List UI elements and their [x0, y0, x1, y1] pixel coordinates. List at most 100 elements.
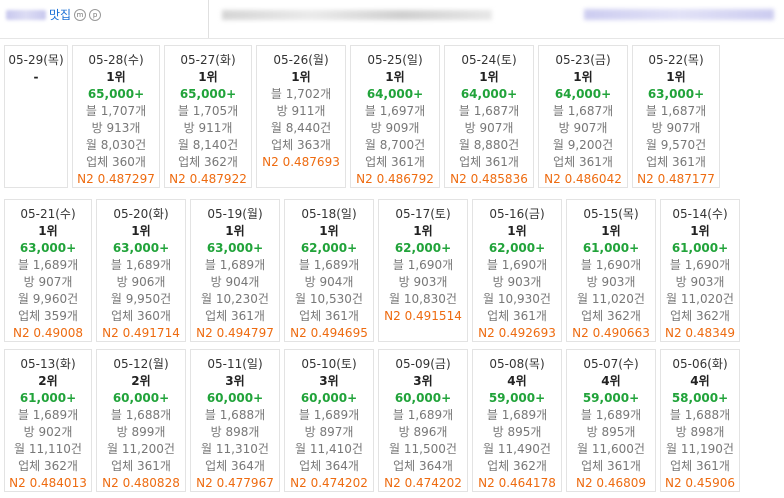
blog-count: 블 1,690개 [580, 258, 642, 272]
day-card: 05-20(화) 1위 63,000+ 블 1,689개 방 906개 월 9,950건 업… [96, 199, 186, 342]
n2-score: N2 0.487177 [637, 172, 715, 186]
n2-score: N2 0.45906 [664, 476, 736, 490]
n2-score: N2 0.46809 [575, 476, 647, 490]
price-value: 63,000+ [112, 241, 170, 255]
day-card: 05-11(일) 3위 60,000+ 블 1,688개 방 898개 월 11,310건… [190, 349, 280, 492]
n2-score: N2 0.48349 [664, 326, 736, 340]
day-card: 05-07(수) 4위 59,000+ 블 1,689개 방 895개 월 11,600건… [566, 349, 656, 492]
price-value: 63,000+ [647, 87, 705, 101]
date-label: 05-11(일) [207, 357, 263, 371]
n2-score: N2 0.486792 [356, 172, 434, 186]
rank-value: 1위 [413, 224, 433, 238]
day-card: 05-06(화) 4위 58,000+ 블 1,688개 방 898개 월 11,190건… [660, 349, 740, 492]
blog-count: 블 1,688개 [669, 408, 731, 422]
monthly-search: 월 9,200건 [552, 138, 614, 152]
divider [208, 0, 209, 38]
rank-value: 1위 [507, 224, 527, 238]
price-value: 58,000+ [671, 391, 729, 405]
day-card: 05-12(월) 2위 60,000+ 블 1,688개 방 899개 월 11,200건… [96, 349, 186, 492]
date-label: 05-17(토) [395, 207, 451, 221]
price-value: 60,000+ [206, 391, 264, 405]
day-card: 05-10(토) 3위 60,000+ 블 1,689개 방 897개 월 11,410건… [284, 349, 374, 492]
monthly-search: 월 10,830건 [389, 292, 457, 306]
date-label: 05-13(화) [20, 357, 76, 371]
blog-count: 블 1,689개 [298, 408, 360, 422]
business-count: 업체 364개 [393, 459, 453, 473]
price-value: 60,000+ [394, 391, 452, 405]
n2-score: N2 0.477967 [196, 476, 274, 490]
blog-count: 블 1,687개 [458, 104, 520, 118]
blog-count: 블 1,689개 [486, 408, 548, 422]
monthly-search: 월 11,490건 [483, 442, 551, 456]
keyword-title[interactable]: 맛집 m p [6, 6, 102, 23]
business-count: 업체 363개 [271, 138, 331, 152]
n2-score: N2 0.494797 [196, 326, 274, 340]
bang-count: 방 904개 [304, 275, 354, 289]
day-card: 05-08(목) 4위 59,000+ 블 1,689개 방 895개 월 11,490건… [472, 349, 562, 492]
blog-count: 블 1,689개 [580, 408, 642, 422]
bang-count: 방 903개 [586, 275, 636, 289]
monthly-search: 월 11,190건 [666, 442, 734, 456]
bang-count: 방 898개 [210, 425, 260, 439]
date-label: 05-28(수) [88, 53, 144, 67]
day-card: 05-19(월) 1위 63,000+ 블 1,689개 방 904개 월 10,230건… [190, 199, 280, 342]
monthly-search: 월 11,020건 [577, 292, 645, 306]
price-value: 62,000+ [300, 241, 358, 255]
bang-count: 방 913개 [91, 121, 141, 135]
bang-count: 방 902개 [23, 425, 73, 439]
bang-count: 방 896개 [398, 425, 448, 439]
blurred-link [584, 9, 774, 20]
business-count: 업체 360개 [111, 309, 171, 323]
business-count: 업체 364개 [205, 459, 265, 473]
business-count: 업체 359개 [18, 309, 78, 323]
day-card: 05-22(목) 1위 63,000+ 블 1,687개 방 907개 월 9,570건 업… [632, 45, 720, 188]
day-card: 05-24(토) 1위 64,000+ 블 1,687개 방 907개 월 8,880건 업… [444, 45, 534, 188]
monthly-search: 월 10,230건 [201, 292, 269, 306]
price-value: 60,000+ [300, 391, 358, 405]
n2-score: N2 0.464178 [478, 476, 556, 490]
business-count: 업체 361개 [459, 155, 519, 169]
rank-value: 1위 [601, 224, 621, 238]
day-card: 05-09(금) 3위 60,000+ 블 1,689개 방 896개 월 11,500건… [378, 349, 468, 492]
day-card: 05-21(수) 1위 63,000+ 블 1,689개 방 907개 월 9,960건 업… [4, 199, 92, 342]
n2-score: N2 0.490663 [572, 326, 650, 340]
business-count: 업체 361개 [487, 309, 547, 323]
n2-score: N2 0.486042 [544, 172, 622, 186]
rank-value: 1위 [106, 70, 126, 84]
price-value: 65,000+ [87, 87, 145, 101]
bang-count: 방 903개 [398, 275, 448, 289]
blog-count: 블 1,688개 [204, 408, 266, 422]
bang-count: 방 907개 [558, 121, 608, 135]
blog-count: 블 1,689개 [110, 258, 172, 272]
business-count: 업체 361개 [670, 459, 730, 473]
day-card: 05-17(토) 1위 62,000+ 블 1,690개 방 903개 월 10,830건… [378, 199, 468, 342]
monthly-search: 월 11,600건 [577, 442, 645, 456]
price-value: 60,000+ [112, 391, 170, 405]
bang-count: 방 909개 [370, 121, 420, 135]
rank-value: 4위 [690, 374, 710, 388]
blog-count: 블 1,689개 [17, 258, 79, 272]
monthly-search: 월 8,700건 [364, 138, 426, 152]
price-value: 59,000+ [488, 391, 546, 405]
blog-count: 블 1,705개 [177, 104, 239, 118]
day-card: 05-18(일) 1위 62,000+ 블 1,689개 방 904개 월 10,530건… [284, 199, 374, 342]
bang-count: 방 911개 [183, 121, 233, 135]
history-row-3: 05-13(화) 2위 61,000+ 블 1,689개 방 902개 월 11,110건… [0, 349, 744, 492]
business-count: 업체 360개 [86, 155, 146, 169]
price-value: 62,000+ [488, 241, 546, 255]
history-row-1: 05-29(목) - 05-28(수) 1위 65,000+ 블 1,707개 방 913… [0, 45, 724, 188]
bang-count: 방 907개 [651, 121, 701, 135]
day-card: 05-29(목) - [4, 45, 68, 188]
m-badge-icon: m [74, 8, 87, 21]
n2-score: N2 0.474202 [384, 476, 462, 490]
n2-score: N2 0.487297 [77, 172, 155, 186]
monthly-search: 월 10,530건 [295, 292, 363, 306]
date-label: 05-08(목) [489, 357, 545, 371]
monthly-search: 월 11,500건 [389, 442, 457, 456]
monthly-search: 월 9,570건 [645, 138, 707, 152]
price-value: 64,000+ [366, 87, 424, 101]
blog-count: 블 1,690개 [669, 258, 731, 272]
rank-value: - [33, 70, 39, 84]
rank-value: 1위 [319, 224, 339, 238]
blog-count: 블 1,687개 [552, 104, 614, 118]
